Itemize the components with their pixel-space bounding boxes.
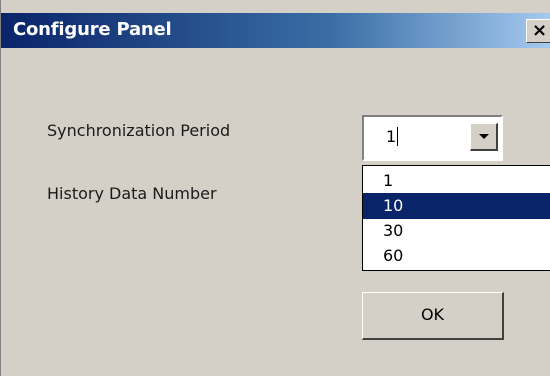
dropdown-option-1[interactable]: 1 [363, 168, 550, 194]
configure-panel-window: Configure Panel × Synchronization Period… [0, 0, 550, 376]
close-icon: × [532, 20, 548, 41]
ok-button[interactable]: OK [362, 292, 504, 340]
sync-period-dropdown-list[interactable]: 1 10 30 60 [362, 165, 550, 271]
close-button[interactable]: × [526, 19, 550, 43]
chevron-down-icon [479, 134, 489, 139]
text-caret [397, 127, 398, 146]
window-title: Configure Panel [13, 19, 172, 40]
dropdown-option-60[interactable]: 60 [363, 243, 550, 269]
dropdown-option-10[interactable]: 10 [363, 193, 550, 219]
sync-period-combobox[interactable]: 1 [362, 115, 503, 161]
sync-period-label: Synchronization Period [47, 121, 231, 140]
title-bar[interactable]: Configure Panel × [1, 13, 550, 48]
dropdown-option-30[interactable]: 30 [363, 218, 550, 244]
sync-period-input[interactable]: 1 [386, 128, 396, 146]
history-data-number-label: History Data Number [47, 184, 217, 203]
dropdown-arrow-button[interactable] [470, 123, 498, 151]
